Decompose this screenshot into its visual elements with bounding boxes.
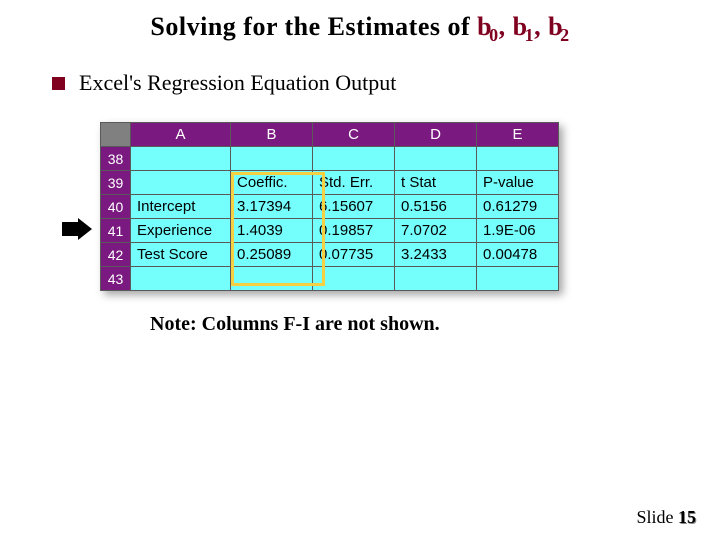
cell xyxy=(395,147,477,171)
spreadsheet-wrap: A B C D E 38 39 Coeffic. Std. Err. t Sta… xyxy=(100,122,580,291)
cell: 0.00478 xyxy=(477,243,559,267)
cell xyxy=(231,147,313,171)
table-row: 41 Experience 1.4039 0.19857 7.0702 1.9E… xyxy=(101,219,559,243)
table-row: 40 Intercept 3.17394 6.15607 0.5156 0.61… xyxy=(101,195,559,219)
footer-number: 15 xyxy=(678,507,696,527)
table-row: 43 xyxy=(101,267,559,291)
row-num: 42 xyxy=(101,243,131,267)
slide-title: Solving for the Estimates of b0, b1, b2 xyxy=(0,0,720,46)
bullet-square-icon xyxy=(52,77,65,90)
row-num: 38 xyxy=(101,147,131,171)
cell xyxy=(313,147,395,171)
cell: 0.61279 xyxy=(477,195,559,219)
cell: 3.17394 xyxy=(231,195,313,219)
bullet-row: Excel's Regression Equation Output xyxy=(52,70,720,96)
cell: 1.9E-06 xyxy=(477,219,559,243)
cell xyxy=(313,267,395,291)
cell: 1.4039 xyxy=(231,219,313,243)
title-prefix: Solving for the Estimates of xyxy=(150,12,477,41)
cell: 0.19857 xyxy=(313,219,395,243)
comma-0: , xyxy=(499,12,513,41)
bullet-text: Excel's Regression Equation Output xyxy=(79,70,396,96)
slide-footer: Slide 15 xyxy=(636,507,696,528)
footer-label: Slide xyxy=(636,507,678,527)
sub-0: 0 xyxy=(489,25,499,45)
col-h-c: C xyxy=(313,123,395,147)
sub-1: 1 xyxy=(525,25,535,45)
cell: Experience xyxy=(131,219,231,243)
row-num: 43 xyxy=(101,267,131,291)
comma-1: , xyxy=(534,12,548,41)
pointer-arrow-icon xyxy=(62,218,92,240)
col-h-a: A xyxy=(131,123,231,147)
cell: Intercept xyxy=(131,195,231,219)
row-num: 41 xyxy=(101,219,131,243)
cell: 0.07735 xyxy=(313,243,395,267)
col-h-e: E xyxy=(477,123,559,147)
cell: 6.15607 xyxy=(313,195,395,219)
corner-cell xyxy=(101,123,131,147)
cell xyxy=(477,147,559,171)
row-num: 40 xyxy=(101,195,131,219)
cell xyxy=(131,147,231,171)
cell: t Stat xyxy=(395,171,477,195)
cell xyxy=(477,267,559,291)
cell xyxy=(395,267,477,291)
col-h-d: D xyxy=(395,123,477,147)
col-h-b: B xyxy=(231,123,313,147)
table-row: 42 Test Score 0.25089 0.07735 3.2433 0.0… xyxy=(101,243,559,267)
cell xyxy=(131,171,231,195)
cell: Test Score xyxy=(131,243,231,267)
cell xyxy=(131,267,231,291)
table-row: 38 xyxy=(101,147,559,171)
cell: Coeffic. xyxy=(231,171,313,195)
cell xyxy=(231,267,313,291)
table-row: 39 Coeffic. Std. Err. t Stat P-value xyxy=(101,171,559,195)
spreadsheet-table: A B C D E 38 39 Coeffic. Std. Err. t Sta… xyxy=(100,122,559,291)
cell: 7.0702 xyxy=(395,219,477,243)
sub-2: 2 xyxy=(560,25,570,45)
cell: Std. Err. xyxy=(313,171,395,195)
cell: 0.5156 xyxy=(395,195,477,219)
cell: 3.2433 xyxy=(395,243,477,267)
cell: P-value xyxy=(477,171,559,195)
cell: 0.25089 xyxy=(231,243,313,267)
row-num: 39 xyxy=(101,171,131,195)
header-row: A B C D E xyxy=(101,123,559,147)
note-text: Note: Columns F-I are not shown. xyxy=(150,313,720,336)
